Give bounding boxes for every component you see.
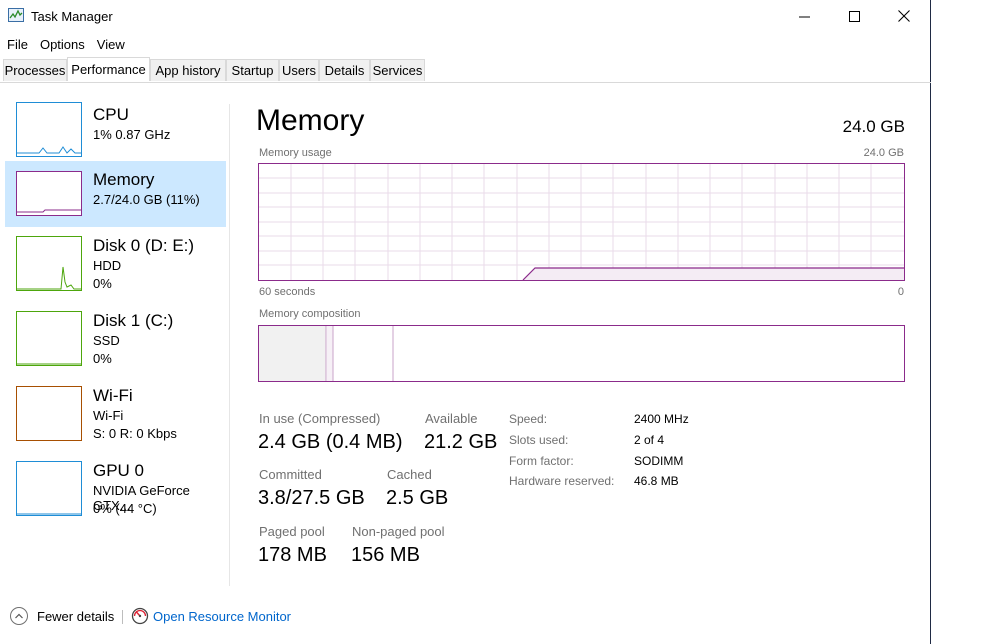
slots-used-value: 2 of 4 xyxy=(634,433,665,447)
available-value: 21.2 GB xyxy=(424,431,498,453)
committed-label: Committed xyxy=(259,467,322,482)
resource-monitor-icon xyxy=(131,607,149,625)
memory-composition-bar xyxy=(258,325,905,382)
cpu-thumbnail-graph xyxy=(16,102,82,157)
form-factor-value: SODIMM xyxy=(634,454,684,468)
footer-divider xyxy=(122,610,123,624)
memory-usage-graph xyxy=(258,163,905,281)
sidebar-item-memory[interactable]: Memory 2.7/24.0 GB (11%) xyxy=(5,161,226,227)
tab-startup[interactable]: Startup xyxy=(226,59,279,81)
cached-value: 2.5 GB xyxy=(386,487,449,509)
sidebar-item-label: GPU 0 xyxy=(93,461,145,480)
memory-thumbnail-graph xyxy=(16,171,82,216)
disk-1-thumbnail-graph xyxy=(16,311,82,366)
non-paged-pool-value: 156 MB xyxy=(351,544,420,566)
sidebar-item-detail: SSD xyxy=(93,333,120,348)
chevron-up-icon xyxy=(15,613,23,619)
form-factor-label: Form factor: xyxy=(509,454,574,468)
open-resource-monitor-link[interactable]: Open Resource Monitor xyxy=(153,609,291,624)
memory-composition-label: Memory composition xyxy=(259,308,361,320)
sidebar-item-gpu-0[interactable]: GPU 0 NVIDIA GeForce GTX... 0% (44 °C) xyxy=(5,455,226,521)
tab-details[interactable]: Details xyxy=(319,59,370,81)
sidebar-item-detail: 0% (44 °C) xyxy=(93,501,157,516)
sidebar-item-label: Disk 1 (C:) xyxy=(93,311,174,330)
sidebar-item-disk-1[interactable]: Disk 1 (C:) SSD 0% xyxy=(5,305,226,371)
sidebar-item-detail: 2.7/24.0 GB (11%) xyxy=(93,192,200,207)
tab-services[interactable]: Services xyxy=(370,59,425,81)
wifi-thumbnail-graph xyxy=(16,386,82,441)
close-button[interactable] xyxy=(881,0,927,32)
tab-app-history[interactable]: App history xyxy=(150,59,226,81)
sidebar-item-label: Memory xyxy=(93,170,155,189)
title-bar[interactable]: Task Manager xyxy=(0,0,931,32)
sidebar-item-detail: 0% xyxy=(93,276,112,291)
task-manager-icon xyxy=(8,8,24,22)
hardware-reserved-label: Hardware reserved: xyxy=(509,474,615,488)
gpu-thumbnail-graph xyxy=(16,461,82,516)
speed-label: Speed: xyxy=(509,412,548,426)
menu-bar: File Options View xyxy=(0,35,126,55)
in-use-value: 2.4 GB (0.4 MB) xyxy=(258,431,403,453)
sidebar-item-cpu[interactable]: CPU 1% 0.87 GHz xyxy=(5,96,226,162)
fewer-details-button[interactable] xyxy=(10,607,28,625)
sidebar-item-detail: S: 0 R: 0 Kbps xyxy=(93,426,177,441)
menu-options[interactable]: Options xyxy=(29,35,85,55)
minimize-button[interactable] xyxy=(781,0,827,32)
sidebar-item-label: CPU xyxy=(93,105,129,124)
slots-used-label: Slots used: xyxy=(509,433,569,447)
in-use-label: In use (Compressed) xyxy=(259,411,381,426)
non-paged-pool-label: Non-paged pool xyxy=(352,524,445,539)
menu-view[interactable]: View xyxy=(86,35,125,55)
close-icon xyxy=(898,10,910,22)
hardware-reserved-value: 46.8 MB xyxy=(634,474,679,488)
time-axis-end: 0 xyxy=(897,286,904,298)
sidebar-item-disk-0[interactable]: Disk 0 (D: E:) HDD 0% xyxy=(5,230,226,296)
sidebar-item-label: Disk 0 (D: E:) xyxy=(93,236,195,255)
memory-total: 24.0 GB xyxy=(842,117,905,136)
paged-pool-value: 178 MB xyxy=(258,544,327,566)
sidebar-item-detail: HDD xyxy=(93,258,122,273)
time-axis-start: 60 seconds xyxy=(259,286,316,298)
memory-usage-label: Memory usage xyxy=(259,147,332,159)
memory-usage-max: 24.0 GB xyxy=(863,147,904,159)
maximize-button[interactable] xyxy=(831,0,877,32)
window-title: Task Manager xyxy=(31,9,113,24)
minimize-icon xyxy=(798,16,810,17)
committed-value: 3.8/27.5 GB xyxy=(258,487,365,509)
tab-users[interactable]: Users xyxy=(279,59,319,81)
maximize-icon xyxy=(848,10,860,22)
sidebar-item-detail: Wi-Fi xyxy=(93,408,124,423)
tab-bar: Processes Performance App history Startu… xyxy=(0,57,931,83)
footer-bar: Fewer details Open Resource Monitor xyxy=(0,604,931,630)
sidebar-item-wifi[interactable]: Wi-Fi Wi-Fi S: 0 R: 0 Kbps xyxy=(5,380,226,446)
task-manager-window: Task Manager File Options View Processes… xyxy=(0,0,931,644)
tab-processes[interactable]: Processes xyxy=(3,59,67,81)
page-title: Memory xyxy=(256,104,365,137)
sidebar-divider xyxy=(229,104,230,586)
sidebar-item-detail: 0% xyxy=(93,351,112,366)
sidebar-item-label: Wi-Fi xyxy=(93,386,133,405)
disk-0-thumbnail-graph xyxy=(16,236,82,291)
fewer-details-link[interactable]: Fewer details xyxy=(37,609,114,624)
available-label: Available xyxy=(425,411,478,426)
menu-file[interactable]: File xyxy=(0,35,28,55)
paged-pool-label: Paged pool xyxy=(259,524,325,539)
cached-label: Cached xyxy=(387,467,432,482)
speed-value: 2400 MHz xyxy=(634,412,689,426)
sidebar-item-detail: 1% 0.87 GHz xyxy=(93,127,171,142)
tab-performance[interactable]: Performance xyxy=(67,57,150,81)
